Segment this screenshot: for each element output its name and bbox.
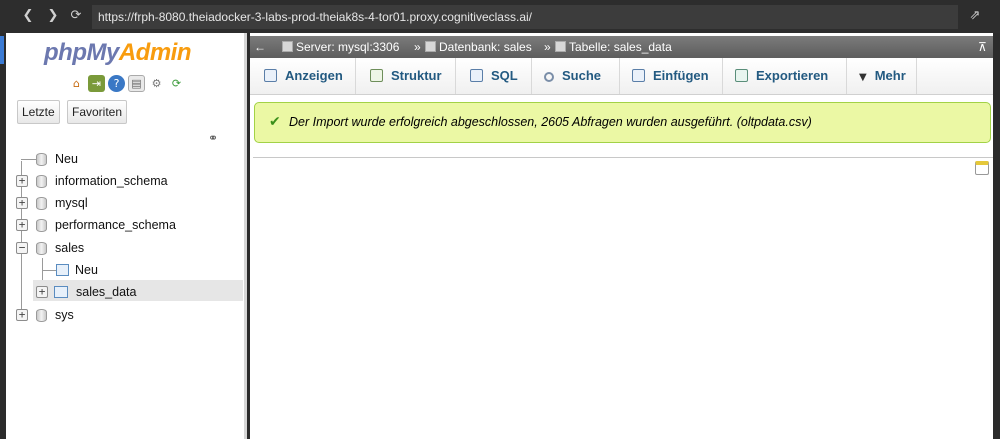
tab-label: Suche [562,68,602,83]
expand-icon[interactable]: + [16,197,28,209]
breadcrumb: ← Server: mysql:3306 » Datenbank: sales … [250,36,993,58]
sql-icon [470,69,483,82]
tab-insert[interactable]: Einfügen [620,58,723,94]
tab-export[interactable]: Exportieren [723,58,847,94]
main-panel: ← Server: mysql:3306 » Datenbank: sales … [250,33,1000,439]
success-check-icon: ✔ [269,114,281,130]
tab-structure[interactable]: Struktur [356,58,456,94]
database-icon [36,175,47,188]
chevron-left-icon[interactable]: ❮ [20,8,36,24]
help-icon[interactable]: ? [108,75,125,92]
tree-line [42,270,56,271]
navigation-panel: phpMyAdmin ⌂ ⇥ ? ▤ ⚙ ⟳ Letzte Favoriten … [6,33,247,439]
tab-search[interactable]: Suche [532,58,620,94]
breadcrumb-table-label: Tabelle: sales_data [569,40,672,54]
table-icon [54,286,68,298]
logout-icon[interactable]: ⇥ [88,75,105,92]
settings-icon[interactable]: ⚙ [148,75,165,92]
new-table-icon [56,264,69,276]
docs-icon[interactable]: ▤ [128,75,145,92]
success-message-text: Der Import wurde erfolgreich abgeschloss… [289,115,812,129]
link-icon[interactable]: ⚭ [208,131,218,145]
tree-item-label: information_schema [55,174,168,188]
expand-icon[interactable]: + [36,286,48,298]
activity-indicator [0,36,4,64]
home-icon[interactable]: ⌂ [68,75,85,92]
table-icon [555,41,566,52]
tab-label: Anzeigen [285,68,343,83]
database-icon [36,197,47,210]
reload-icon[interactable]: ⟳ [168,75,185,92]
breadcrumb-server[interactable]: Server: mysql:3306 [282,36,399,58]
logo-my-text: My [86,39,119,66]
url-bar[interactable]: https://frph-8080.theiadocker-3-labs-pro… [92,5,958,29]
logo-php-text: php [44,39,87,66]
tree-item-label: sys [55,308,74,322]
external-link-icon[interactable]: ⇗ [967,8,983,24]
tree-item-label: Neu [75,263,98,277]
tab-more[interactable]: ▼ Mehr [847,58,917,94]
server-icon [282,41,293,52]
tree-item-label: sales [55,241,85,255]
collapse-nav-icon[interactable]: ← [254,36,266,58]
tab-label: Mehr [874,68,906,83]
quick-icons: ⌂ ⇥ ? ▤ ⚙ ⟳ [68,75,185,92]
tab-bar: Anzeigen Struktur SQL Suche Einfügen Exp… [250,58,993,95]
divider [253,157,993,158]
search-icon [544,72,554,82]
browse-icon [264,69,277,82]
tab-browse[interactable]: Anzeigen [250,58,356,94]
chevron-right-icon[interactable]: ❯ [45,8,61,24]
dropdown-icon: ▼ [859,72,867,83]
window-edge [993,33,1000,439]
expand-icon[interactable]: + [16,175,28,187]
database-icon [425,41,436,52]
export-icon [735,69,748,82]
console-icon[interactable] [975,161,989,175]
collapse-icon[interactable]: − [16,242,28,254]
recent-button[interactable]: Letzte [17,100,60,124]
breadcrumb-table[interactable]: Tabelle: sales_data [555,36,672,58]
database-icon [36,219,47,232]
breadcrumb-database-label: Datenbank: sales [439,40,532,54]
tree-item-label: Neu [55,152,78,166]
tree-item-label: performance_schema [55,218,176,232]
tree-item-label: sales_data [76,285,137,299]
database-icon [36,309,47,322]
tab-label: SQL [491,68,518,83]
logo-admin-text: Admin [118,39,192,66]
favorites-button[interactable]: Favoriten [67,100,128,124]
new-db-icon [36,153,47,166]
tab-label: Exportieren [756,68,829,83]
collapse-top-icon[interactable]: ⊼ [978,36,987,58]
breadcrumb-database[interactable]: Datenbank: sales [425,36,532,58]
phpmyadmin-logo[interactable]: phpMyAdmin [44,39,192,67]
breadcrumb-server-label: Server: mysql:3306 [296,40,400,54]
tree-item-label: mysql [55,196,88,210]
expand-icon[interactable]: + [16,219,28,231]
expand-icon[interactable]: + [16,309,28,321]
database-icon [36,242,47,255]
structure-icon [370,69,383,82]
tab-sql[interactable]: SQL [456,58,532,94]
tab-label: Einfügen [653,68,709,83]
breadcrumb-separator: » [544,40,551,54]
insert-icon [632,69,645,82]
reload-icon[interactable]: ⟳ [68,8,84,24]
success-message: ✔ Der Import wurde erfolgreich abgeschlo… [254,102,991,143]
tab-label: Struktur [391,68,442,83]
browser-toolbar: ❮ ❯ ⟳ https://frph-8080.theiadocker-3-la… [0,0,1000,33]
tree-line [21,159,37,160]
breadcrumb-separator: » [414,40,421,54]
